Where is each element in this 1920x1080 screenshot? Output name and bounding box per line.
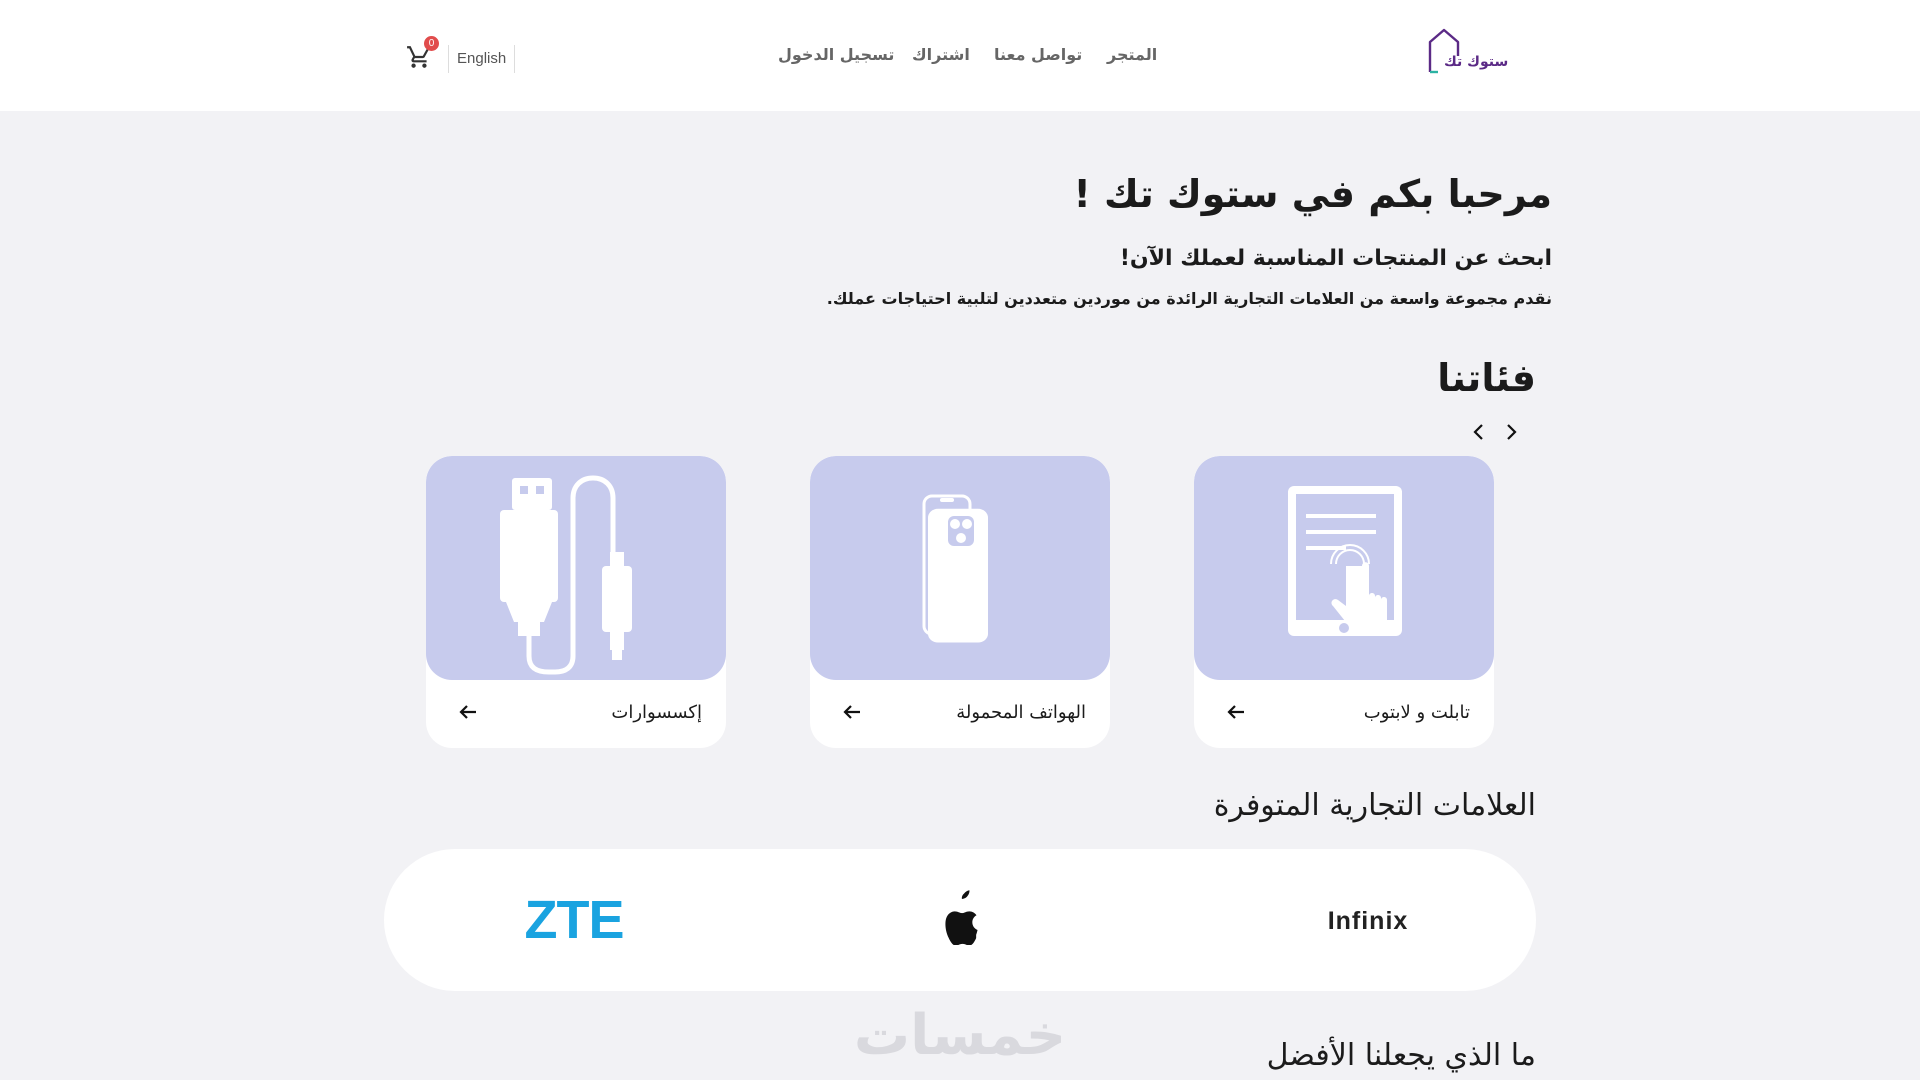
nav-store[interactable]: المتجر (1107, 45, 1157, 64)
language-switch[interactable]: English (448, 45, 516, 73)
category-card-tablets[interactable]: تابلت و لابتوب (1194, 456, 1494, 748)
category-label: تابلت و لابتوب (1363, 702, 1470, 723)
brand-zte[interactable]: ZTE (524, 889, 625, 951)
hero-title: مرحبا بكم في ستوك تك ! (1073, 172, 1553, 216)
category-image (810, 456, 1110, 680)
brands-strip: Infinix ZTE (384, 849, 1536, 991)
logo-text: ستوك تك (1444, 54, 1508, 70)
site-header: 0 English تسجيل الدخول اشتراك تواصل معنا… (0, 0, 1920, 111)
category-image (1194, 456, 1494, 680)
carousel-next-button[interactable] (1498, 420, 1524, 444)
nav-contact[interactable]: تواصل معنا (994, 45, 1082, 64)
tablet-touch-icon (1288, 486, 1402, 636)
category-card-accessories[interactable]: إكسسوارات (426, 456, 726, 748)
why-us-title: ما الذي يجعلنا الأفضل (1266, 1038, 1536, 1073)
chevron-left-icon (1473, 424, 1483, 440)
category-card-phones[interactable]: الهواتف المحمولة (810, 456, 1110, 748)
carousel-prev-button[interactable] (1466, 420, 1492, 444)
usb-cable-icon (500, 475, 632, 675)
svg-text:خمسات: خمسات (854, 1003, 1066, 1064)
category-label: إكسسوارات (611, 702, 702, 723)
brand-infinix[interactable]: Infinix (1310, 907, 1426, 936)
category-label: الهواتف المحمولة (956, 702, 1086, 723)
categories-title: فئاتنا (1437, 356, 1536, 400)
chevron-right-icon (1507, 424, 1517, 440)
apple-logo-icon (945, 890, 978, 946)
watermark-logo: خمسات (842, 1000, 1078, 1068)
arrow-left-icon[interactable] (456, 700, 480, 724)
site-logo[interactable]: ستوك تك (1426, 26, 1508, 78)
category-image (426, 456, 726, 680)
hero-description: نقدم مجموعة واسعة من العلامات التجارية ا… (826, 289, 1552, 308)
nav-login[interactable]: تسجيل الدخول (778, 45, 894, 64)
brand-apple[interactable] (935, 887, 985, 946)
smartphone-icon (922, 494, 988, 643)
cart-count-badge: 0 (424, 36, 439, 51)
arrow-left-icon[interactable] (840, 700, 864, 724)
nav-subscribe[interactable]: اشتراك (912, 45, 970, 64)
brands-title: العلامات التجارية المتوفرة (1213, 788, 1536, 823)
arrow-left-icon[interactable] (1224, 700, 1248, 724)
hero-subtitle: ابحث عن المنتجات المناسبة لعملك الآن! (1119, 246, 1552, 271)
